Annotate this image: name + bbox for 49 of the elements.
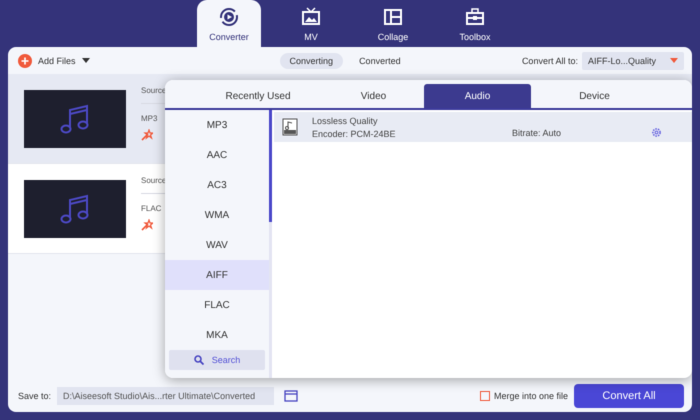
scrollbar-thumb[interactable] (269, 110, 272, 222)
bitrate-label: Bitrate: Auto (512, 128, 562, 138)
magic-wand-icon (141, 219, 153, 231)
toolbox-icon (465, 7, 485, 27)
format-item[interactable]: AAC (165, 140, 269, 170)
category-tab[interactable]: Video (323, 84, 424, 108)
folder-icon (284, 390, 298, 402)
convert-all-button[interactable]: Convert All (574, 384, 684, 408)
preset-name: Lossless Quality (312, 116, 379, 126)
search-icon (194, 355, 204, 365)
audio-file-icon (282, 118, 298, 136)
caret-icon (670, 58, 678, 64)
format-label: MP3 (141, 114, 158, 123)
format-dropdown[interactable]: AIFF-Lo...Quality (582, 52, 684, 70)
preset-row[interactable]: Lossless Quality Encoder: PCM-24BE Bitrate: Auto (274, 112, 692, 142)
category-tab[interactable]: Recently Used (193, 84, 323, 108)
view-tab[interactable]: Converted (349, 52, 411, 68)
format-item[interactable]: AIFF (165, 260, 269, 290)
format-item[interactable]: WAV (165, 230, 269, 260)
refresh-play-icon (219, 7, 239, 27)
format-item[interactable]: MP3 (165, 110, 269, 140)
nav-tab[interactable]: Toolbox (443, 0, 507, 47)
format-item[interactable]: FLAC (165, 290, 269, 320)
music-note-icon (60, 103, 90, 135)
path-field[interactable]: D:\Aiseesoft Studio\Ais...rter Ultimate\Converted (57, 387, 274, 405)
format-label: FLAC (141, 204, 162, 213)
format-item[interactable]: WMA (165, 200, 269, 230)
category-tab[interactable]: Audio (424, 84, 531, 108)
checkbox[interactable] (480, 391, 490, 401)
add-files-button[interactable]: Add Files (18, 54, 90, 68)
category-tab[interactable]: Device (531, 84, 658, 108)
format-item[interactable]: MKA (165, 320, 269, 350)
view-tab[interactable]: Converting (280, 52, 344, 68)
encoder-label: Encoder: PCM-24BE (312, 128, 397, 138)
music-note-icon (60, 193, 90, 225)
merge-label: Merge into one file (494, 391, 568, 401)
nav-tab[interactable]: Converter (197, 0, 261, 47)
layout-icon (383, 7, 403, 27)
caret-icon (82, 58, 90, 64)
plus-icon (18, 54, 32, 68)
convert-all-label: Convert All to: (522, 56, 578, 66)
nav-tab[interactable]: MV (279, 0, 343, 47)
search-button[interactable]: Search (169, 350, 265, 370)
format-item[interactable]: AC3 (165, 170, 269, 200)
tv-icon (301, 7, 321, 27)
nav-tab[interactable]: Collage (361, 0, 425, 47)
magic-wand-icon (141, 129, 153, 141)
settings-icon (651, 126, 662, 138)
save-to-label: Save to: (18, 391, 52, 401)
